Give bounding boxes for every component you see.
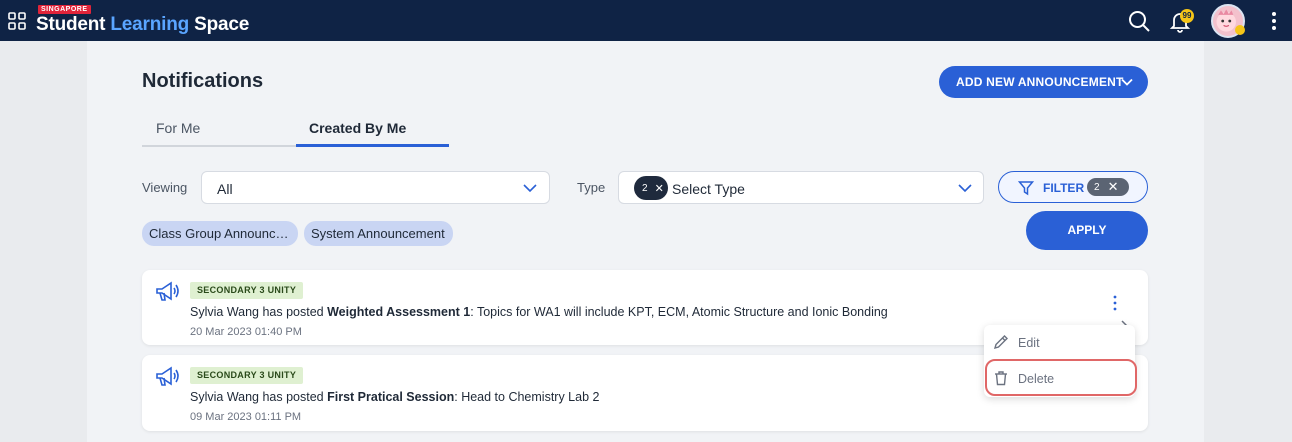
app-grid-icon[interactable] [7,11,27,31]
logo-text: Student Learning Space [36,14,250,35]
filter-count-pill[interactable]: 2 ✕ [1087,178,1129,196]
notification-text: Sylvia Wang has posted First Pratical Se… [190,390,600,404]
chevron-down-icon [1121,78,1133,86]
filter-count: 2 [1094,181,1100,193]
chevron-down-icon [523,184,537,193]
search-icon[interactable] [1127,9,1151,33]
group-badge: SECONDARY 3 UNITY [190,282,304,299]
add-announcement-button[interactable]: ADD NEW ANNOUNCEMENT [939,66,1148,98]
megaphone-icon [156,281,179,301]
type-placeholder: Select Type [672,181,745,197]
filter-button[interactable]: FILTER 2 ✕ [998,171,1148,203]
notification-date: 20 Mar 2023 01:40 PM [190,326,302,338]
type-count-pill[interactable]: 2 ✕ [634,176,668,200]
close-icon[interactable]: ✕ [1108,179,1119,195]
tab-for-me[interactable]: For Me [142,112,296,147]
filter-chip[interactable]: Class Group Announc… [142,221,298,246]
edit-menu-item[interactable]: Edit [984,325,1135,359]
pencil-icon [993,335,1008,350]
type-select[interactable]: 2 ✕ Select Type [618,171,984,204]
type-label: Type [577,180,606,195]
tab-created-by-me[interactable]: Created By Me [296,112,449,147]
edit-label: Edit [1018,336,1040,350]
logo-country-tag: SINGAPORE [38,5,91,14]
add-announcement-label: ADD NEW ANNOUNCEMENT [956,75,1124,89]
apply-button[interactable]: APPLY [1026,211,1148,250]
megaphone-icon [156,366,179,386]
filter-chip[interactable]: System Announcement [304,221,453,246]
more-vertical-icon[interactable] [1264,10,1284,32]
delete-label: Delete [1018,372,1055,386]
delete-menu-item[interactable]: Delete [984,361,1135,395]
group-badge: SECONDARY 3 UNITY [190,367,304,384]
context-menu: Edit Delete [984,325,1135,397]
tab-label: For Me [156,120,201,136]
notification-date: 09 Mar 2023 01:11 PM [190,411,302,423]
viewing-select[interactable]: All [201,171,550,204]
viewing-label: Viewing [142,180,188,195]
tab-label: Created By Me [309,120,407,136]
type-count: 2 [642,182,648,194]
funnel-icon [1018,181,1034,196]
chevron-down-icon [958,184,972,193]
close-icon[interactable]: ✕ [655,182,664,195]
trash-icon [995,371,1007,386]
filter-label: FILTER [1043,181,1085,195]
viewing-value: All [217,181,233,197]
page-title: Notifications [142,70,264,92]
notification-count-badge: 99 [1180,9,1194,23]
avatar-status-icon [1235,25,1245,35]
more-vertical-icon[interactable] [1106,294,1124,312]
notification-text: Sylvia Wang has posted Weighted Assessme… [190,305,888,319]
